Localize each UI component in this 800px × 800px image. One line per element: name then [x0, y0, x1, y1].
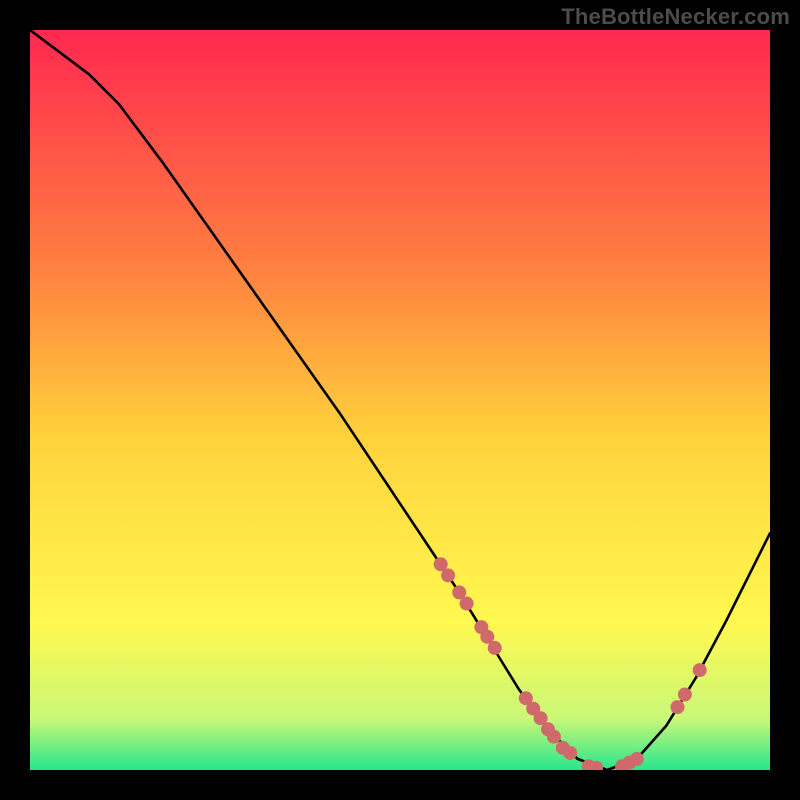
gradient-background [30, 30, 770, 770]
marker-point [488, 641, 502, 655]
marker-point [671, 700, 685, 714]
chart-frame: TheBottleNecker.com [0, 0, 800, 800]
marker-point [547, 730, 561, 744]
marker-point [441, 568, 455, 582]
marker-point [693, 663, 707, 677]
marker-point [630, 752, 644, 766]
watermark-text: TheBottleNecker.com [561, 4, 790, 30]
marker-point [678, 688, 692, 702]
bottleneck-chart [30, 30, 770, 770]
plot-area [30, 30, 770, 770]
marker-point [460, 597, 474, 611]
marker-point [563, 746, 577, 760]
